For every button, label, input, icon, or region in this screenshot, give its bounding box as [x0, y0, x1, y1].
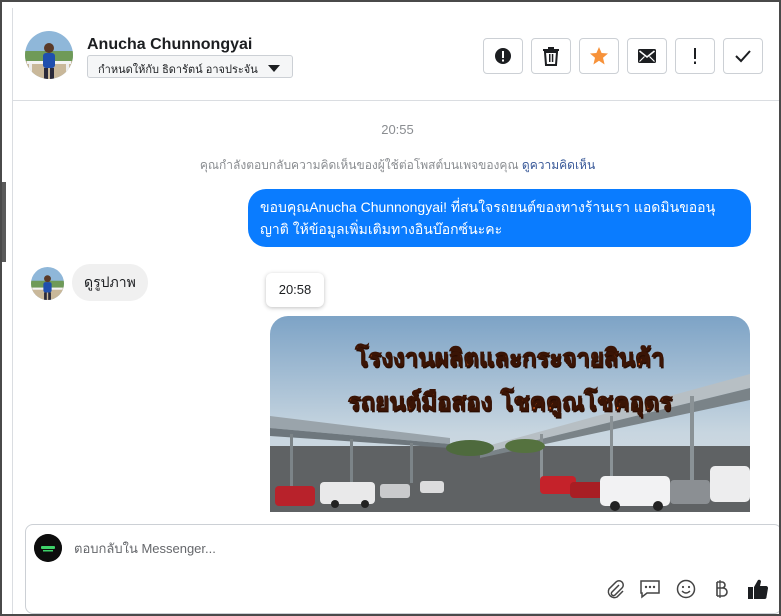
attachment-icon[interactable] — [603, 577, 627, 601]
thumbs-up-icon[interactable] — [746, 577, 770, 601]
follow-up-button[interactable] — [675, 38, 715, 74]
envelope-icon — [638, 49, 656, 63]
image-attachment[interactable]: โรงงานผลิตและกระจายสินค้า รถยนต์มือสอง โ… — [270, 316, 750, 512]
mark-done-button[interactable] — [723, 38, 763, 74]
emoji-icon[interactable] — [674, 577, 698, 601]
reply-composer — [25, 524, 779, 614]
sender-avatar[interactable] — [31, 267, 64, 300]
mark-unread-button[interactable] — [627, 38, 667, 74]
view-comment-link[interactable]: ดูความคิดเห็น — [522, 158, 595, 172]
caret-down-icon — [268, 65, 280, 72]
saved-replies-icon[interactable] — [638, 577, 662, 601]
image-caption-line2: รถยนต์มือสอง โชคคูณโชคอุดร — [347, 388, 673, 417]
contact-avatar[interactable] — [25, 31, 73, 79]
exclamation-circle-icon — [495, 48, 511, 64]
exclamation-icon — [694, 48, 696, 64]
spam-button[interactable] — [483, 38, 523, 74]
outgoing-message: ขอบคุณAnucha Chunnongyai! ที่สนใจรถยนต์ข… — [248, 189, 751, 247]
trash-icon — [543, 47, 559, 66]
star-button[interactable] — [579, 38, 619, 74]
time-separator: 20:55 — [381, 122, 414, 137]
assign-dropdown[interactable]: กำหนดให้กับ ธิดารัตน์ อาจประจัน — [87, 55, 293, 78]
star-icon — [590, 47, 608, 65]
contact-name[interactable]: Anucha Chunnongyai — [87, 36, 252, 54]
incoming-message: ดูรูปภาพ — [72, 264, 148, 301]
conversation-header: Anucha Chunnongyai กำหนดให้กับ ธิดารัตน์… — [13, 8, 779, 101]
image-caption-line1: โรงงานผลิตและกระจายสินค้า — [355, 344, 665, 373]
context-text: คุณกำลังตอบกลับความคิดเห็นของผู้ใช้ต่อโพ… — [199, 158, 519, 172]
payment-icon[interactable] — [709, 577, 733, 601]
reply-input[interactable] — [74, 541, 574, 556]
delete-button[interactable] — [531, 38, 571, 74]
page-avatar — [34, 534, 62, 562]
check-icon — [735, 50, 751, 63]
messenger-window: Anucha Chunnongyai กำหนดให้กับ ธิดารัตน์… — [0, 0, 781, 616]
timestamp-tooltip: 20:58 — [266, 273, 324, 307]
assign-label: กำหนดให้กับ ธิดารัตน์ อาจประจัน — [98, 64, 258, 76]
left-scrollbar[interactable] — [2, 182, 6, 262]
conversation-panel: Anucha Chunnongyai กำหนดให้กับ ธิดารัตน์… — [12, 8, 779, 614]
comment-context-notice: คุณกำลังตอบกลับความคิดเห็นของผู้ใช้ต่อโพ… — [13, 156, 779, 175]
